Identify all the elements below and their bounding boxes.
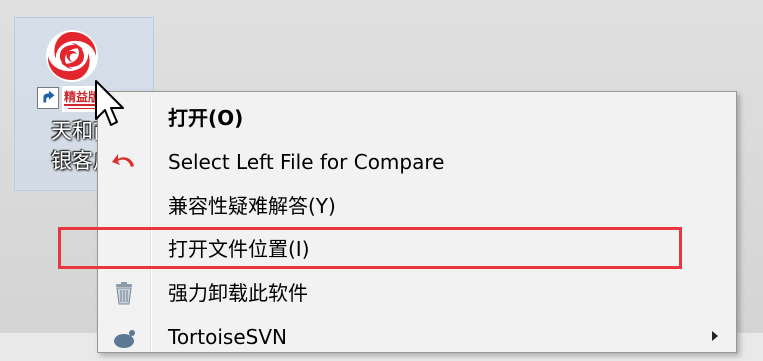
tortoise-icon	[114, 330, 135, 348]
menu-item-tortoisesvn[interactable]: TortoiseSVN	[100, 317, 734, 352]
red-swirl-logo-icon	[46, 30, 98, 82]
menu-item-label: Select Left File for Compare	[168, 150, 445, 174]
menu-item-label: TortoiseSVN	[168, 325, 287, 349]
menu-item-open[interactable]: 打开(O)	[100, 98, 734, 138]
menu-item-select-left-file[interactable]: Select Left File for Compare	[100, 142, 734, 182]
submenu-arrow-icon	[712, 331, 718, 341]
menu-item-troubleshoot-compatibility[interactable]: 兼容性疑难解答(Y)	[100, 186, 734, 226]
menu-item-label: 强力卸载此软件	[168, 281, 308, 305]
shortcut-arrow-icon	[37, 87, 59, 109]
menu-item-label: 打开(O)	[168, 106, 244, 130]
context-menu: 打开(O) Select Left File for Compare 兼容性疑难…	[97, 91, 737, 353]
menu-item-force-uninstall[interactable]: 强力卸载此软件	[100, 273, 734, 313]
red-undo-arrow-icon	[112, 154, 134, 167]
mouse-pointer-icon	[95, 80, 124, 126]
highlight-annotation-box	[58, 227, 682, 269]
trash-can-icon	[116, 282, 132, 305]
menu-item-label: 兼容性疑难解答(Y)	[168, 194, 336, 218]
